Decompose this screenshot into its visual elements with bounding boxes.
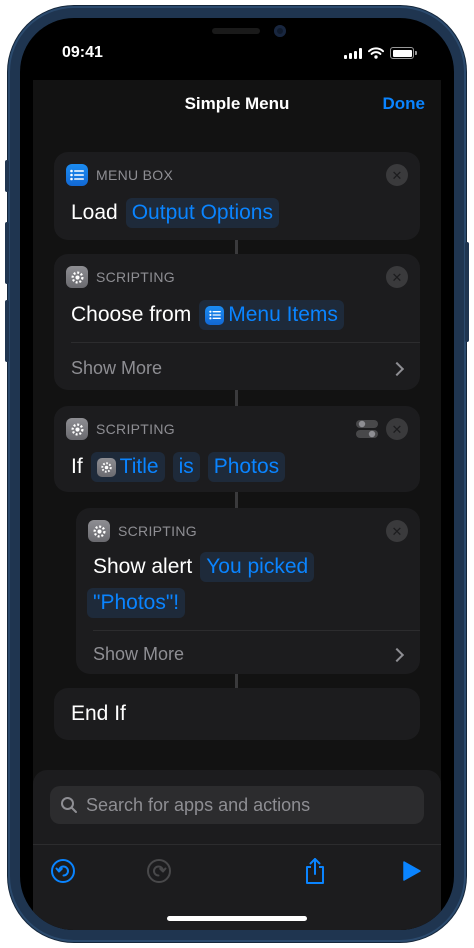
- alert-message-token[interactable]: You picked: [200, 552, 315, 582]
- nav-bar: Simple Menu Done: [33, 80, 441, 128]
- search-placeholder: Search for apps and actions: [86, 794, 311, 815]
- condition-value[interactable]: Photos: [207, 452, 286, 482]
- search-input[interactable]: Search for apps and actions: [50, 786, 424, 824]
- divider: [71, 342, 420, 343]
- token-label: Menu Items: [228, 303, 338, 326]
- action-header: MENU BOX: [66, 164, 173, 186]
- alert-message-token[interactable]: "Photos"!: [87, 588, 186, 618]
- close-icon[interactable]: ✕: [386, 520, 408, 542]
- action-parameters: Choose from Menu Items: [71, 300, 344, 330]
- gear-icon: [96, 457, 116, 477]
- close-icon[interactable]: ✕: [386, 418, 408, 440]
- toggle-icon[interactable]: [356, 418, 378, 440]
- token-label: Title: [119, 455, 159, 478]
- action-parameters: If Title is Photos: [71, 452, 286, 482]
- list-icon: [66, 164, 88, 186]
- screen: 09:41 Simple Menu Done MENU BOX ✕ Load O…: [20, 18, 454, 930]
- action-verb: Choose from: [71, 303, 192, 326]
- home-indicator: [167, 916, 307, 921]
- variable-token-output-options[interactable]: Output Options: [125, 198, 279, 228]
- battery-icon: [390, 47, 417, 59]
- search-icon: [61, 797, 77, 813]
- bottom-panel: Search for apps and actions: [33, 770, 441, 930]
- action-if[interactable]: SCRIPTING ✕ If Title is Photos: [54, 406, 420, 492]
- redo-icon: [147, 859, 171, 883]
- show-more-button[interactable]: Show More: [93, 644, 184, 665]
- action-choose-from-menu[interactable]: SCRIPTING ✕ Choose from Menu Items Show …: [54, 254, 420, 390]
- status-icons: [344, 47, 417, 59]
- share-button[interactable]: [301, 857, 329, 885]
- side-button-volume-up: [5, 222, 9, 284]
- speaker: [212, 28, 260, 34]
- connector: [235, 492, 238, 508]
- action-end-if[interactable]: End If: [54, 688, 420, 740]
- action-parameters: Load Output Options: [71, 198, 279, 228]
- action-menu-box[interactable]: MENU BOX ✕ Load Output Options: [54, 152, 420, 240]
- toolbar: [33, 844, 441, 894]
- connector: [235, 390, 238, 406]
- undo-button[interactable]: [49, 857, 77, 885]
- divider: [93, 630, 420, 631]
- cellular-signal-icon: [344, 47, 362, 59]
- show-more-button[interactable]: Show More: [71, 358, 162, 379]
- play-icon: [403, 861, 421, 881]
- list-icon: [205, 305, 225, 325]
- action-header: SCRIPTING: [66, 418, 175, 440]
- side-button-volume-down: [5, 300, 9, 362]
- run-button[interactable]: [397, 857, 425, 885]
- variable-token-menu-items[interactable]: Menu Items: [199, 300, 344, 330]
- action-category: SCRIPTING: [96, 269, 175, 285]
- close-icon[interactable]: ✕: [386, 266, 408, 288]
- status-time: 09:41: [62, 44, 103, 61]
- action-verb: Load: [71, 201, 118, 224]
- undo-icon: [51, 859, 75, 883]
- variable-token-title[interactable]: Title: [90, 452, 165, 482]
- action-verb: If: [71, 455, 83, 478]
- action-category: MENU BOX: [96, 167, 174, 183]
- notch: [128, 18, 346, 52]
- end-if-label: End If: [71, 702, 126, 725]
- condition-operator[interactable]: is: [172, 452, 200, 482]
- action-verb: Show alert: [93, 555, 193, 578]
- gear-icon: [66, 418, 88, 440]
- done-button[interactable]: Done: [383, 94, 426, 114]
- action-header: SCRIPTING: [88, 520, 197, 542]
- share-icon: [306, 858, 324, 884]
- connector: [235, 674, 238, 688]
- side-button-power: [465, 242, 469, 342]
- action-category: SCRIPTING: [118, 523, 197, 539]
- gear-icon: [66, 266, 88, 288]
- side-button-silent: [5, 160, 9, 192]
- action-parameters: Show alert You picked: [93, 552, 315, 582]
- alert-message-continued: "Photos"!: [87, 588, 186, 618]
- wifi-icon: [368, 47, 384, 59]
- action-category: SCRIPTING: [96, 421, 175, 437]
- close-icon[interactable]: ✕: [386, 164, 408, 186]
- action-header: SCRIPTING: [66, 266, 175, 288]
- gear-icon: [88, 520, 110, 542]
- camera: [274, 25, 286, 37]
- redo-button[interactable]: [145, 857, 173, 885]
- shortcut-title[interactable]: Simple Menu: [33, 94, 441, 114]
- chevron-right-icon[interactable]: [389, 647, 405, 663]
- chevron-right-icon[interactable]: [389, 361, 405, 377]
- shortcut-editor: Simple Menu Done MENU BOX ✕ Load Output …: [33, 80, 441, 930]
- action-show-alert[interactable]: SCRIPTING ✕ Show alert You picked "Photo…: [76, 508, 420, 674]
